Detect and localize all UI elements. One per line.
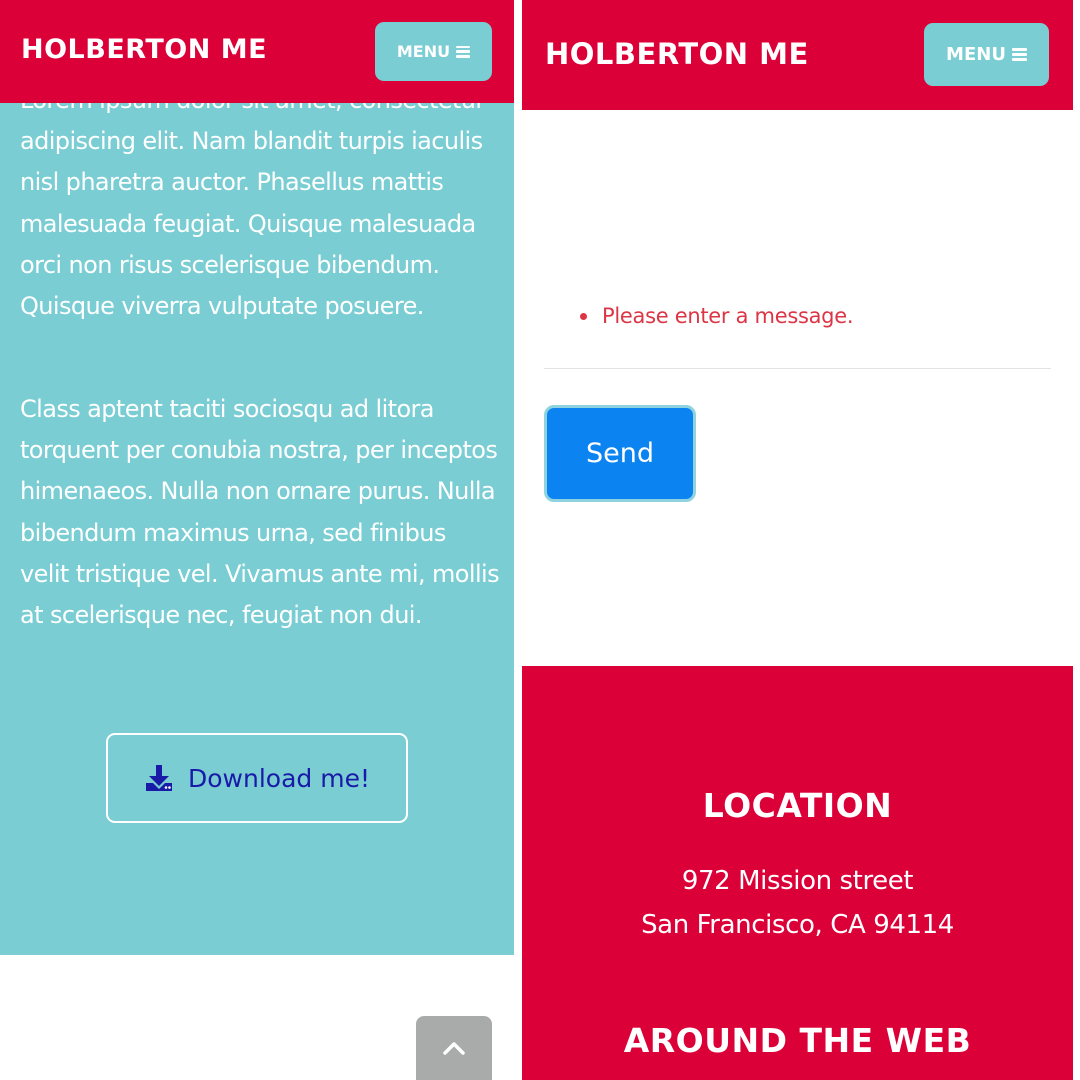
brand-logo[interactable]: HOLBERTON ME	[21, 34, 267, 65]
send-button[interactable]: Send	[544, 405, 696, 502]
scroll-to-top-button[interactable]	[416, 1016, 492, 1080]
footer: LOCATION 972 Mission street San Francisc…	[522, 666, 1073, 1080]
bars-icon	[1011, 48, 1027, 61]
form-error-list: Please enter a message.	[580, 300, 854, 332]
about-paragraph-2: Class aptent taciti sociosqu ad litora t…	[20, 395, 500, 630]
download-icon	[146, 765, 172, 791]
menu-toggle-button[interactable]: MENU	[375, 22, 492, 81]
address-line-2: San Francisco, CA 94114	[641, 910, 954, 940]
left-screenshot-panel: Lorem ipsum dolor sit amet, consectetur …	[0, 0, 514, 1080]
about-section: Lorem ipsum dolor sit amet, consectetur …	[0, 0, 514, 955]
menu-toggle-button[interactable]: MENU	[924, 23, 1049, 86]
chevron-up-icon	[443, 1042, 465, 1055]
menu-label: MENU	[396, 42, 451, 61]
about-paragraph-1: Lorem ipsum dolor sit amet, consectetur …	[20, 86, 485, 321]
stage: Lorem ipsum dolor sit amet, consectetur …	[0, 0, 1080, 1080]
download-label: Download me!	[188, 763, 370, 793]
menu-label: MENU	[946, 44, 1006, 65]
divider	[544, 368, 1051, 369]
navbar: HOLBERTON ME MENU	[522, 0, 1073, 110]
error-message: Please enter a message.	[580, 300, 854, 332]
download-button[interactable]: Download me!	[106, 733, 408, 823]
address-line-1: 972 Mission street	[681, 866, 914, 896]
location-heading: LOCATION	[702, 786, 893, 825]
brand-logo[interactable]: HOLBERTON ME	[545, 37, 809, 71]
around-the-web-heading: AROUND THE WEB	[623, 1021, 972, 1060]
bars-icon	[456, 45, 471, 58]
navbar: HOLBERTON ME MENU	[0, 0, 514, 103]
right-screenshot-panel: HOLBERTON ME MENU Please enter a message…	[522, 0, 1073, 1080]
